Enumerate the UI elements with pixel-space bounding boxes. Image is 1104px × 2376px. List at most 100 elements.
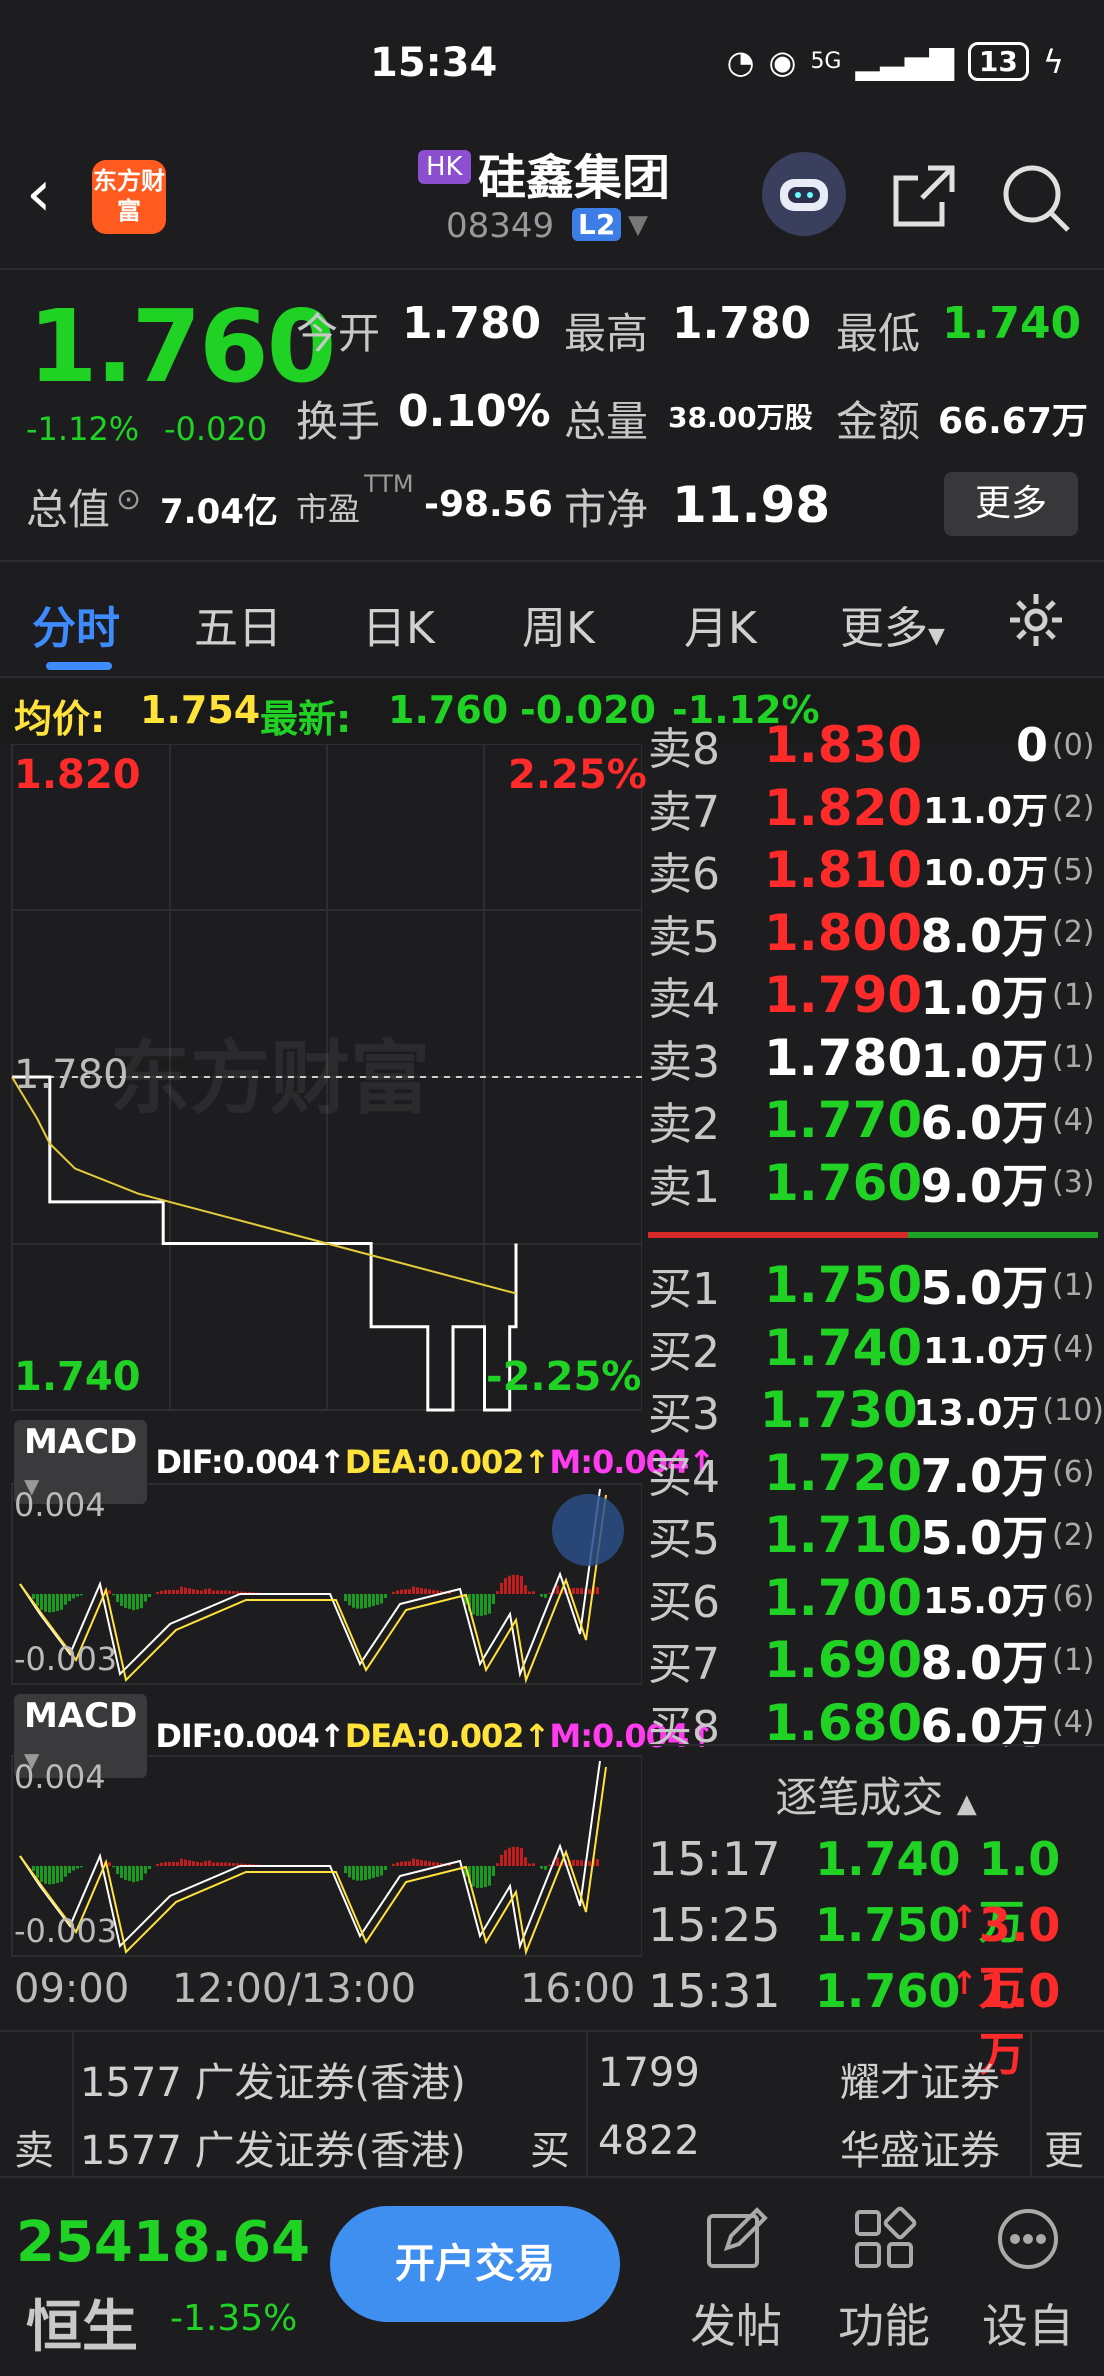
bid-count: (1) (1052, 1267, 1095, 1303)
chevron-down-icon[interactable]: ▼ (628, 210, 648, 240)
macd-bar (72, 1866, 75, 1871)
bid-price: 1.750 (764, 1256, 923, 1314)
post-button[interactable]: 发帖 (686, 2198, 786, 2356)
broker-sell-2[interactable]: 1577 广发证券(香港) (80, 2118, 466, 2176)
search-icon[interactable] (996, 158, 1076, 238)
bid-price: 1.700 (764, 1568, 923, 1627)
dif-value-2: DIF:0.004↑ (155, 1717, 345, 1755)
share-icon[interactable] (886, 158, 962, 234)
macd-bar (220, 1590, 223, 1594)
low-label: 最低 (836, 309, 921, 358)
macd-bar (512, 1846, 515, 1866)
trades-title-label: 逐笔成交 (775, 1773, 944, 1822)
bid-row[interactable]: 买7 1.690 8.0万 (1) (648, 1629, 1104, 1691)
macd-bar (224, 1590, 227, 1594)
macd-bar (204, 1589, 207, 1594)
gear-icon[interactable] (1006, 590, 1066, 650)
bid-row[interactable]: 买5 1.710 5.0万 (2) (648, 1504, 1104, 1566)
bid-count: (6) (1052, 1455, 1095, 1490)
price-min-label: 1.740 (14, 1354, 141, 1400)
ask-count: (5) (1052, 852, 1095, 888)
macd-bar (480, 1866, 483, 1888)
bid-row[interactable]: 买6 1.700 15.0万 (6) (648, 1567, 1104, 1629)
macd-bar (528, 1591, 531, 1594)
bid-row[interactable]: 买1 1.750 5.0万 (1) (648, 1254, 1104, 1316)
bid-row[interactable]: 买4 1.720 7.0万 (6) (648, 1442, 1104, 1504)
macd-bar (36, 1866, 39, 1878)
ask-row[interactable]: 卖8 1.830 0 (0) (648, 714, 1104, 776)
ask-row[interactable]: 卖4 1.790 1.0万 (1) (648, 964, 1104, 1026)
back-button[interactable]: ‹ (26, 162, 52, 226)
macd-legend-1: MACD ▼ DIF:0.004↑ DEA:0.002↑ M:0.004↑ (14, 1420, 715, 1504)
functions-button[interactable]: 功能 (834, 2198, 934, 2356)
ask-price: 1.780 (764, 1028, 923, 1087)
index-value[interactable]: 25418.64 (16, 2210, 310, 2275)
open-account-button[interactable]: 开户交易 (330, 2206, 620, 2322)
broker-sell-1[interactable]: 1577 广发证券(香港) (80, 2050, 466, 2108)
macd-bar (544, 1594, 547, 1598)
open-value: 1.780 (402, 298, 542, 349)
more-quote-button[interactable]: 更多 (944, 472, 1078, 536)
bid-price: 1.680 (764, 1693, 923, 1752)
level2-badge[interactable]: L2 (572, 208, 622, 241)
ask-row[interactable]: 卖5 1.800 8.0万 (2) (648, 902, 1104, 964)
ask-row[interactable]: 卖1 1.760 9.0万 (3) (648, 1152, 1104, 1214)
macd-bar (508, 1847, 511, 1866)
macd-bar (60, 1594, 63, 1610)
macd-bar (344, 1866, 347, 1874)
tab-weekly-k[interactable]: 周K (522, 592, 595, 656)
ask-row[interactable]: 卖3 1.780 1.0万 (1) (648, 1027, 1104, 1089)
macd-bar (72, 1594, 75, 1599)
ask-level-label: 卖3 (648, 1036, 720, 1088)
book-divider (648, 1232, 1098, 1238)
tab-intraday[interactable]: 分时 (32, 592, 120, 656)
macd-bar (404, 1589, 407, 1594)
x-label-lunch: 12:00/13:00 (172, 1966, 417, 2012)
ask-row[interactable]: 卖6 1.810 10.0万 (5) (648, 839, 1104, 901)
broker-buy-2-name[interactable]: 华盛证券 (840, 2118, 1000, 2176)
info-icon[interactable]: ⊙ (116, 482, 141, 517)
macd-bar (136, 1866, 139, 1882)
macd-bar (588, 1861, 591, 1866)
assistant-robot-icon[interactable] (762, 152, 846, 236)
macd-bar (544, 1866, 547, 1870)
broker-sell-label: 卖 (14, 2128, 54, 2174)
signal-icon: ▂▃▅▇ (855, 42, 954, 81)
broker-more[interactable]: 更 (1044, 2118, 1084, 2176)
tab-monthly-k[interactable]: 月K (684, 592, 757, 656)
tab-daily-k[interactable]: 日K (362, 592, 435, 656)
tab-five-day[interactable]: 五日 (194, 592, 282, 656)
intraday-chart[interactable]: 1.820 2.25% 1.780 东方财富 1.740 -2.25% MACD… (0, 744, 715, 2024)
trades-title[interactable]: 逐笔成交 ▲ (648, 1764, 1104, 1825)
edit-icon (686, 2198, 786, 2280)
ask-volume: 8.0万 (920, 908, 1049, 963)
amount-value: 66.67万 (938, 401, 1088, 442)
latest-value: 1.760 (388, 688, 509, 732)
macd1-bottom: -0.003 (14, 1640, 118, 1678)
ask-price: 1.760 (764, 1153, 923, 1212)
macd-bar (168, 1861, 171, 1866)
ask-row[interactable]: 卖2 1.770 6.0万 (4) (648, 1089, 1104, 1151)
macd-bar (364, 1594, 367, 1609)
index-pct: -1.35% (170, 2298, 298, 2339)
macd-bar (228, 1862, 231, 1866)
macd-bar (128, 1594, 131, 1609)
bid-row[interactable]: 买2 1.740 11.0万 (4) (648, 1317, 1104, 1379)
stock-name[interactable]: 硅鑫集团 (478, 138, 670, 208)
macd-bar (348, 1866, 351, 1878)
macd-bar (400, 1861, 403, 1866)
ask-count: (1) (1052, 977, 1095, 1013)
bid-row[interactable]: 买3 1.730 13.0万 (10) (648, 1379, 1104, 1441)
custom-button[interactable]: 设自 (978, 2198, 1078, 2356)
chart-tabs: 分时 五日 日K 周K 月K 更多▼ (0, 560, 1104, 678)
ask-row[interactable]: 卖7 1.820 11.0万 (2) (648, 777, 1104, 839)
index-name[interactable]: 恒生 (26, 2282, 138, 2363)
tab-more[interactable]: 更多▼ (840, 592, 945, 656)
bid-price: 1.720 (764, 1443, 923, 1502)
price-max-label: 1.820 (14, 752, 141, 798)
broker-buy-1-name[interactable]: 耀才证券 (840, 2050, 1000, 2108)
broker-buy-label: 买 (530, 2128, 570, 2174)
bid-level-label: 买1 (648, 1264, 720, 1315)
mcap-value: 7.04亿 (160, 492, 278, 532)
ask-price: 1.820 (764, 778, 923, 837)
